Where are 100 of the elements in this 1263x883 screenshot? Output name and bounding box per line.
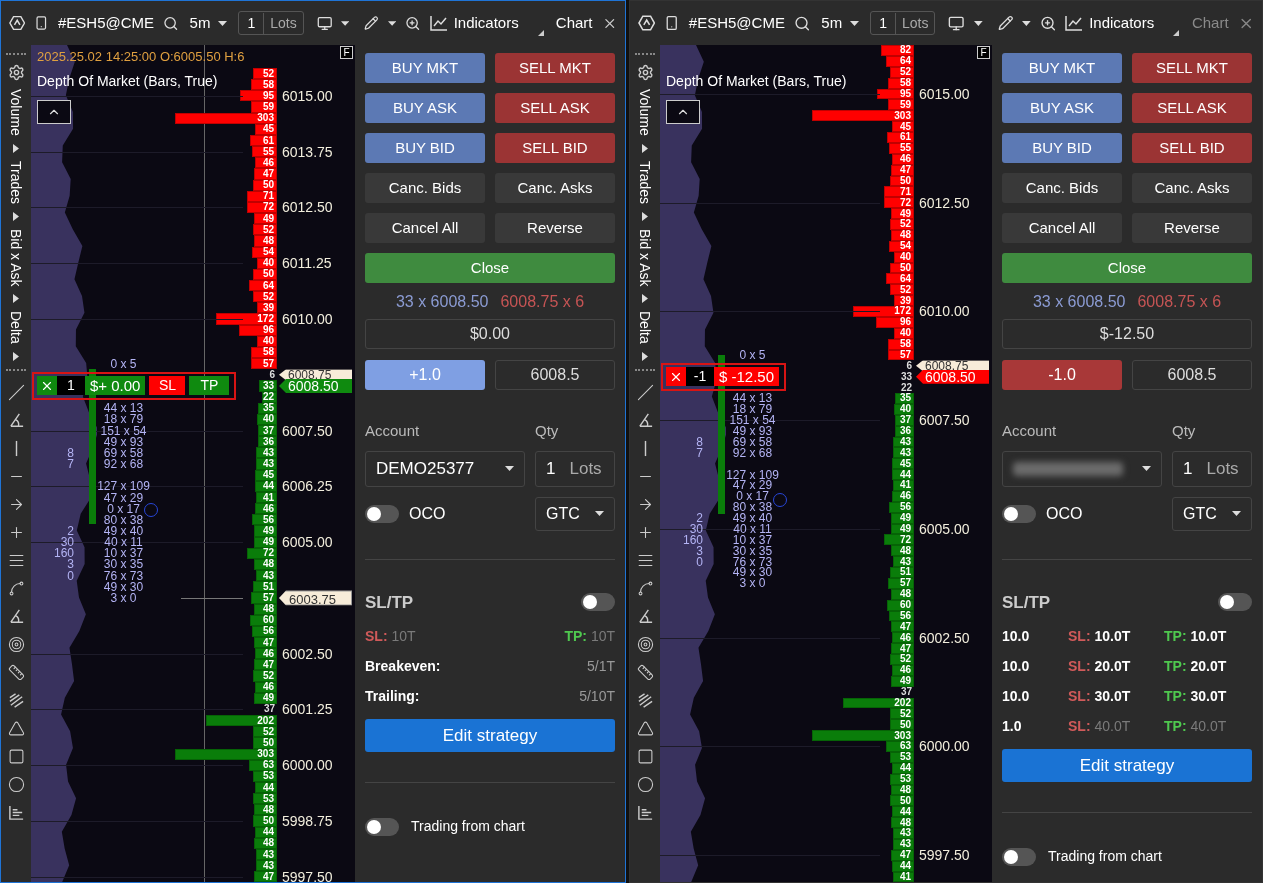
expand-triangle-icon[interactable] bbox=[13, 143, 19, 153]
expand-triangle-icon[interactable] bbox=[642, 143, 648, 153]
settings-icon[interactable] bbox=[636, 64, 654, 81]
order-button[interactable]: BUY MKT bbox=[365, 53, 485, 83]
oco-toggle[interactable] bbox=[1002, 504, 1036, 523]
phone-icon[interactable] bbox=[664, 15, 680, 31]
caret-icon[interactable] bbox=[387, 20, 397, 26]
caret-icon[interactable] bbox=[1022, 20, 1031, 26]
f-button[interactable]: F bbox=[340, 46, 353, 59]
pencil-icon[interactable] bbox=[997, 15, 1014, 31]
study-tab[interactable]: Volume bbox=[638, 89, 652, 136]
f-button[interactable]: F bbox=[977, 46, 990, 59]
order-button[interactable]: Cancel All bbox=[365, 213, 485, 243]
indicators-button[interactable]: Indicators bbox=[1065, 11, 1155, 35]
chart-title[interactable]: Chart bbox=[1191, 11, 1229, 35]
indicators-button[interactable]: Indicators bbox=[429, 11, 519, 35]
search-icon[interactable] bbox=[163, 14, 179, 32]
ruler-icon[interactable] bbox=[7, 664, 25, 682]
triangle-icon[interactable] bbox=[7, 720, 25, 738]
pencil-icon[interactable] bbox=[364, 15, 379, 31]
order-button[interactable]: BUY BID bbox=[365, 133, 485, 163]
quantity-step-button[interactable]: -1.0 bbox=[1002, 360, 1122, 390]
curve-icon[interactable] bbox=[7, 580, 25, 598]
order-button[interactable]: BUY ASK bbox=[1002, 93, 1122, 123]
order-button[interactable]: BUY BID bbox=[1002, 133, 1122, 163]
study-tab[interactable]: Delta bbox=[9, 311, 23, 345]
curve-icon[interactable] bbox=[636, 580, 654, 598]
edit-strategy-button[interactable]: Edit strategy bbox=[365, 719, 615, 752]
chart-title[interactable]: Chart bbox=[555, 11, 593, 35]
study-tab[interactable]: Bid x Ask bbox=[9, 228, 23, 287]
bars-icon[interactable] bbox=[7, 804, 25, 822]
expand-triangle-icon[interactable] bbox=[13, 294, 19, 304]
search-icon[interactable] bbox=[793, 14, 811, 32]
close-button[interactable]: Close bbox=[365, 253, 615, 283]
stop-loss-button[interactable]: SL bbox=[149, 376, 186, 396]
bars-icon[interactable] bbox=[636, 804, 654, 822]
study-tab[interactable]: Volume bbox=[9, 89, 23, 136]
ruler-icon[interactable] bbox=[636, 664, 654, 682]
qty-field[interactable]: 1 Lots bbox=[535, 450, 615, 487]
order-button[interactable]: SELL MKT bbox=[1132, 53, 1252, 83]
caret-icon[interactable] bbox=[218, 20, 228, 26]
order-button[interactable]: Reverse bbox=[1132, 213, 1252, 243]
order-button[interactable]: Cancel All bbox=[1002, 213, 1122, 243]
zoom-in-icon[interactable] bbox=[1039, 14, 1057, 32]
expand-triangle-icon[interactable] bbox=[642, 211, 648, 221]
rectangle-icon[interactable] bbox=[636, 748, 654, 766]
sltp-toggle[interactable] bbox=[1218, 593, 1252, 612]
timeframe-select[interactable]: 5m bbox=[187, 11, 230, 35]
oco-toggle[interactable] bbox=[365, 504, 399, 523]
order-button[interactable]: BUY MKT bbox=[1002, 53, 1122, 83]
time-in-force-select[interactable]: GTC bbox=[1172, 496, 1252, 531]
zoom-in-icon[interactable] bbox=[405, 14, 421, 32]
target-icon[interactable] bbox=[7, 636, 25, 654]
phone-icon[interactable] bbox=[34, 15, 49, 31]
caret-icon[interactable] bbox=[595, 511, 604, 516]
order-button[interactable]: Canc. Bids bbox=[1002, 173, 1122, 203]
angle-icon[interactable] bbox=[636, 412, 654, 430]
angle-icon[interactable] bbox=[7, 608, 25, 626]
order-button[interactable]: SELL ASK bbox=[1132, 93, 1252, 123]
study-tab[interactable]: Delta bbox=[638, 311, 652, 345]
price-field[interactable]: 6008.5 bbox=[495, 360, 615, 390]
target-icon[interactable] bbox=[636, 636, 654, 654]
order-button[interactable]: SELL BID bbox=[495, 133, 615, 163]
symbol-name[interactable]: #ESH5@CME bbox=[688, 11, 785, 35]
order-button[interactable]: SELL BID bbox=[1132, 133, 1252, 163]
price-field[interactable]: 6008.5 bbox=[1132, 360, 1252, 390]
expand-triangle-icon[interactable] bbox=[13, 211, 19, 221]
order-button[interactable]: Reverse bbox=[495, 213, 615, 243]
trading-from-chart-toggle[interactable] bbox=[1002, 847, 1036, 866]
trading-from-chart-toggle[interactable] bbox=[365, 817, 399, 836]
edit-strategy-button[interactable]: Edit strategy bbox=[1002, 749, 1252, 782]
study-tab[interactable]: Bid x Ask bbox=[638, 228, 652, 287]
qty-field[interactable]: 1 Lots bbox=[1172, 450, 1252, 487]
angle-icon[interactable] bbox=[636, 608, 654, 626]
line-icon[interactable] bbox=[636, 384, 654, 402]
expand-triangle-icon[interactable] bbox=[642, 294, 648, 304]
timeframe-select[interactable]: 5m bbox=[819, 11, 862, 35]
line-icon[interactable] bbox=[7, 384, 25, 402]
order-button[interactable]: SELL ASK bbox=[495, 93, 615, 123]
expand-triangle-icon[interactable] bbox=[13, 352, 19, 362]
collapse-button[interactable] bbox=[666, 100, 700, 124]
symbol-name[interactable]: #ESH5@CME bbox=[58, 11, 155, 35]
caret-icon[interactable] bbox=[1232, 511, 1241, 516]
monitor-icon[interactable] bbox=[316, 14, 333, 32]
order-button[interactable]: BUY ASK bbox=[365, 93, 485, 123]
caret-icon[interactable] bbox=[973, 20, 983, 26]
order-button[interactable]: SELL MKT bbox=[495, 53, 615, 83]
settings-icon[interactable] bbox=[7, 64, 25, 81]
time-in-force-select[interactable]: GTC bbox=[535, 496, 615, 531]
order-button[interactable]: Canc. Asks bbox=[1132, 173, 1252, 203]
sltp-toggle[interactable] bbox=[581, 593, 615, 612]
caret-icon[interactable] bbox=[341, 20, 350, 26]
lots-field[interactable]: 1 Lots bbox=[870, 11, 936, 35]
monitor-icon[interactable] bbox=[948, 14, 965, 32]
rectangle-icon[interactable] bbox=[7, 748, 25, 766]
study-tab[interactable]: Trades bbox=[9, 160, 23, 204]
lots-field[interactable]: 1 Lots bbox=[238, 11, 304, 35]
close-button[interactable]: Close bbox=[1002, 253, 1252, 283]
account-select[interactable]: DEMO25377 bbox=[365, 450, 525, 487]
expand-triangle-icon[interactable] bbox=[642, 352, 648, 362]
